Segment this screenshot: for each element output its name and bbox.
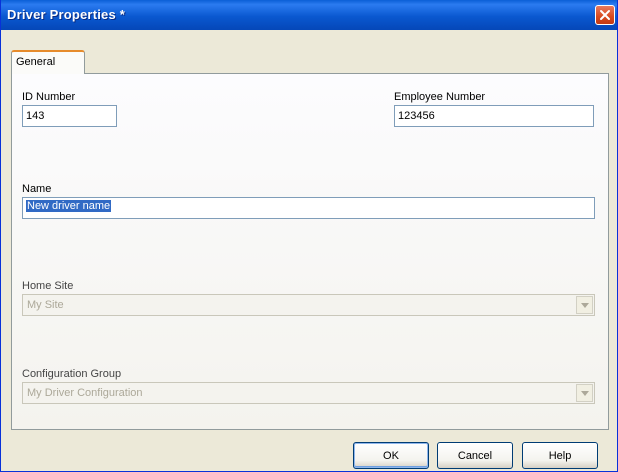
chevron-down-icon bbox=[581, 303, 589, 308]
title-bar[interactable]: Driver Properties * bbox=[1, 0, 617, 30]
tab-general[interactable]: General bbox=[11, 50, 85, 74]
configuration-group-value: My Driver Configuration bbox=[27, 387, 143, 399]
home-site-value: My Site bbox=[27, 299, 64, 311]
id-number-input[interactable] bbox=[22, 105, 117, 127]
home-site-label: Home Site bbox=[22, 280, 74, 292]
close-button[interactable] bbox=[595, 5, 615, 25]
id-number-label: ID Number bbox=[22, 91, 76, 103]
home-site-dropdown-button[interactable] bbox=[576, 296, 593, 314]
configuration-group-label: Configuration Group bbox=[22, 368, 122, 380]
dialog-body: General ID Number Employee Number Name N… bbox=[1, 30, 617, 471]
employee-number-input[interactable] bbox=[394, 105, 594, 127]
name-input-value: New driver name bbox=[26, 200, 112, 212]
home-site-dropdown[interactable]: My Site bbox=[22, 294, 595, 316]
configuration-group-dropdown[interactable]: My Driver Configuration bbox=[22, 382, 595, 404]
cancel-button[interactable]: Cancel bbox=[437, 442, 513, 469]
name-label: Name bbox=[22, 183, 52, 195]
driver-properties-dialog: Driver Properties * General ID Number Em… bbox=[0, 0, 618, 472]
tab-general-label: General bbox=[16, 56, 56, 68]
employee-number-label: Employee Number bbox=[394, 91, 486, 103]
window-title: Driver Properties * bbox=[7, 7, 125, 22]
ok-button[interactable]: OK bbox=[353, 442, 429, 469]
close-icon bbox=[600, 10, 610, 20]
name-input[interactable]: New driver name bbox=[22, 197, 595, 219]
help-button[interactable]: Help bbox=[522, 442, 598, 469]
configuration-group-dropdown-button[interactable] bbox=[576, 384, 593, 402]
chevron-down-icon bbox=[581, 391, 589, 396]
general-tab-panel: ID Number Employee Number Name New drive… bbox=[11, 73, 609, 430]
